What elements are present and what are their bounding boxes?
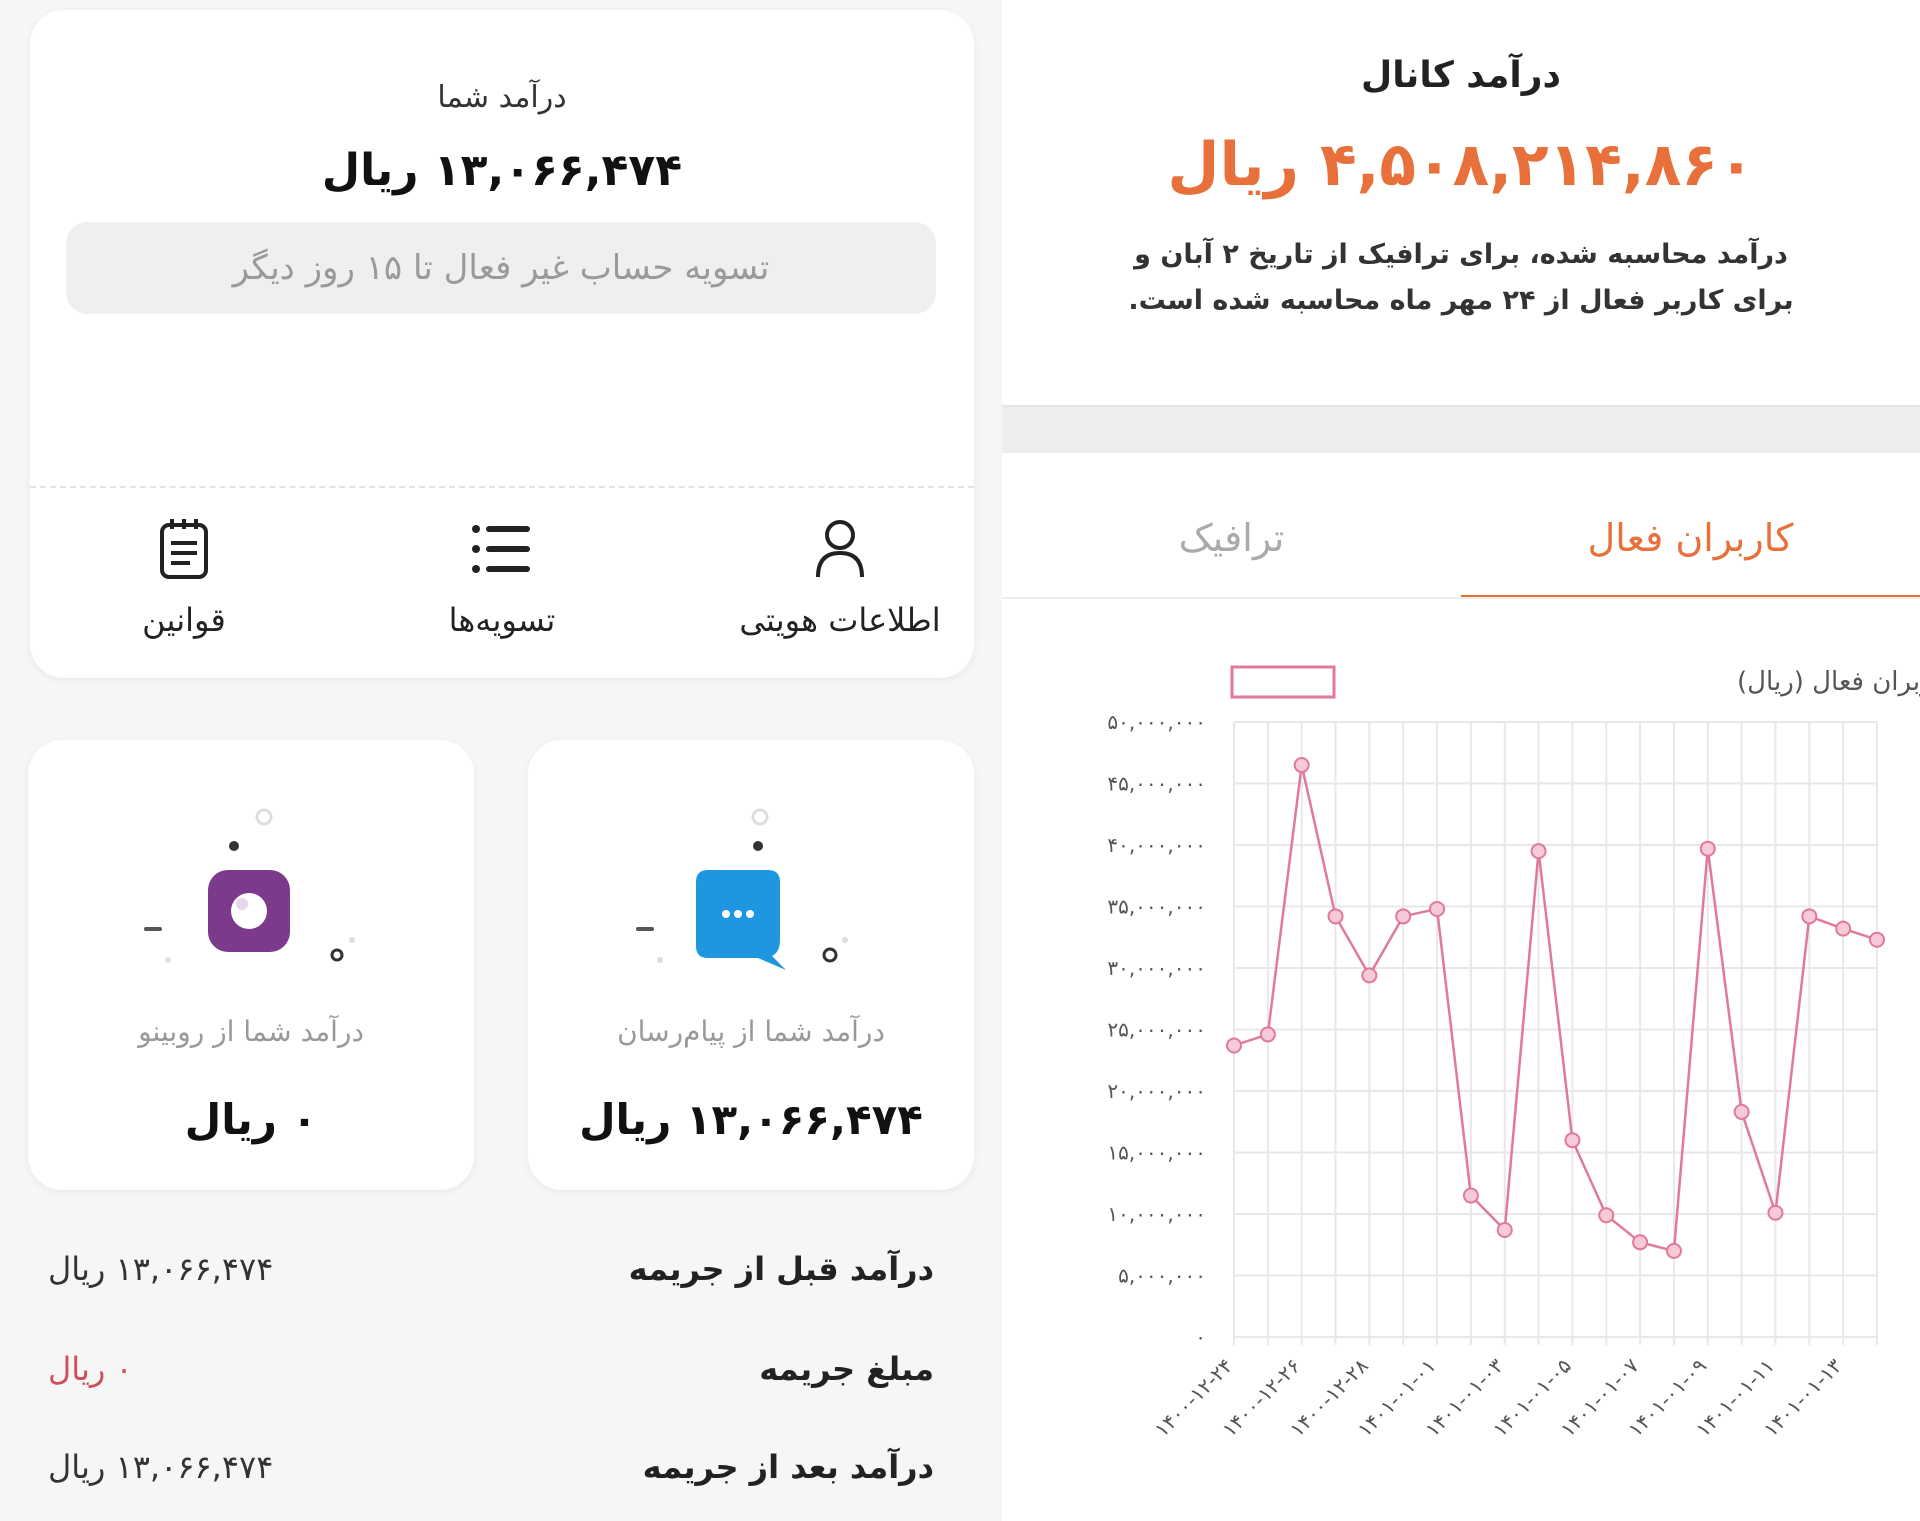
summary-value: ۰ ریال (48, 1350, 133, 1388)
y-tick-label: ۲۵,۰۰۰,۰۰۰ (1107, 1018, 1206, 1042)
data-point (1767, 1204, 1784, 1221)
summary-row-after-penalty: درآمد بعد از جریمه ۱۳,۰۶۶,۴۷۴ ریال (48, 1448, 934, 1508)
messenger-income-amount: ۱۳,۰۶۶,۴۷۴ ریال (579, 1095, 923, 1144)
data-point (1801, 908, 1818, 925)
rules-button[interactable]: قوانین (54, 515, 314, 665)
messenger-income-card: درآمد شما از پیام‌رسان ۱۳,۰۶۶,۴۷۴ ریال (528, 740, 974, 1190)
channel-income-note: درآمد محاسبه شده، برای ترافیک از تاریخ ۲… (1102, 232, 1820, 324)
data-point (1733, 1103, 1750, 1120)
income-card: درآمد شما ۱۳,۰۶۶,۴۷۴ ریال تسویه حساب غیر… (30, 10, 974, 678)
data-point (1835, 920, 1852, 937)
data-point (1496, 1221, 1513, 1238)
summary-row-before-penalty: درآمد قبل از جریمه ۱۳,۰۶۶,۴۷۴ ریال (48, 1250, 934, 1310)
data-point (1632, 1234, 1649, 1251)
settlements-label: تسویه‌ها (448, 601, 556, 639)
y-tick-label: ۱۵,۰۰۰,۰۰۰ (1107, 1141, 1206, 1165)
data-point (1530, 843, 1547, 860)
y-tick-label: ۵۰,۰۰۰,۰۰۰ (1107, 710, 1206, 734)
y-tick-label: ۳۵,۰۰۰,۰۰۰ (1107, 895, 1206, 919)
y-tick-label: ۴۵,۰۰۰,۰۰۰ (1107, 772, 1206, 796)
data-point (1598, 1207, 1615, 1224)
channel-income-title: درآمد کانال (1361, 55, 1561, 96)
summary-key: درآمد قبل از جریمه (628, 1250, 934, 1288)
rubino-income-card: درآمد شما از روبینو ۰ ریال (28, 740, 474, 1190)
rubino-icon (144, 808, 355, 963)
y-tick-label: ۲۰,۰۰۰,۰۰۰ (1107, 1079, 1206, 1103)
settlements-button[interactable]: تسویه‌ها (372, 515, 632, 665)
data-point (1259, 1026, 1276, 1043)
user-icon (816, 520, 864, 578)
note-line: درآمد محاسبه شده، برای ترافیک از تاریخ ۲… (1134, 239, 1788, 270)
settlement-status: تسویه حساب غیر فعال تا ۱۵ روز دیگر (66, 222, 936, 314)
series-line (1233, 764, 1878, 1253)
income-amount: ۱۳,۰۶۶,۴۷۴ ریال (321, 145, 683, 196)
channel-income-amount: ۴,۵۰۸,۲۱۴,۸۶۰ ریال (1167, 130, 1755, 200)
summary-key: مبلغ جریمه (759, 1350, 934, 1388)
data-point (1869, 931, 1885, 948)
notepad-icon (160, 519, 208, 579)
daily-income-chart: درآمد روزانه کاربران فعال (ریال) ۰ ۵,۰۰۰,۰… (1107, 665, 1920, 1442)
data-point (1699, 840, 1716, 857)
data-point (1462, 1187, 1479, 1204)
summary-value: ۱۳,۰۶۶,۴۷۴ ریال (48, 1448, 274, 1486)
card-divider (30, 486, 974, 488)
chat-bubble-icon (636, 808, 848, 970)
messenger-income-caption: درآمد شما از پیام‌رسان (617, 1015, 885, 1048)
list-icon (472, 525, 530, 573)
tabs-divider (1002, 597, 1920, 599)
data-point (1665, 1242, 1682, 1259)
data-point (1361, 967, 1378, 984)
data-point (1226, 1037, 1242, 1054)
legend-label: درآمد روزانه کاربران فعال (ریال) (1737, 665, 1920, 697)
legend-swatch (1230, 665, 1336, 699)
summary-value: ۱۳,۰۶۶,۴۷۴ ریال (48, 1250, 274, 1288)
y-tick-label: ۰ (1195, 1325, 1206, 1349)
data-point (1564, 1132, 1581, 1149)
summary-key: درآمد بعد از جریمه (642, 1448, 934, 1486)
identity-info-button[interactable]: اطلاعات هویتی (710, 515, 970, 665)
channel-income-panel: درآمد کانال ۴,۵۰۸,۲۱۴,۸۶۰ ریال درآمد محا… (1002, 0, 1920, 1521)
y-tick-label: ۳۰,۰۰۰,۰۰۰ (1107, 956, 1206, 980)
left-panel: درآمد شما ۱۳,۰۶۶,۴۷۴ ریال تسویه حساب غیر… (0, 0, 1002, 1521)
data-point (1395, 908, 1412, 925)
data-point (1293, 757, 1310, 774)
note-line: برای کاربر فعال از ۲۴ مهر ماه محاسبه شده… (1128, 285, 1794, 316)
summary-row-penalty: مبلغ جریمه ۰ ریال (48, 1350, 934, 1410)
rules-label: قوانین (142, 601, 226, 639)
rubino-income-caption: درآمد شما از روبینو (138, 1015, 364, 1048)
y-tick-label: ۱۰,۰۰۰,۰۰۰ (1107, 1202, 1206, 1226)
tab-active-users[interactable]: کاربران فعال (1461, 480, 1920, 599)
settlement-note: تسویه حساب غیر فعال تا ۱۵ روز دیگر (232, 248, 770, 288)
income-label: درآمد شما (437, 80, 567, 115)
rubino-income-amount: ۰ ریال (184, 1095, 318, 1144)
data-point (1429, 900, 1446, 917)
tab-traffic[interactable]: ترافیک (1002, 480, 1461, 595)
y-tick-label: ۵,۰۰۰,۰۰۰ (1118, 1264, 1206, 1288)
y-tick-label: ۴۰,۰۰۰,۰۰۰ (1107, 833, 1206, 857)
section-separator (1002, 405, 1920, 453)
identity-info-label: اطلاعات هویتی (739, 601, 941, 639)
data-point (1327, 908, 1344, 925)
